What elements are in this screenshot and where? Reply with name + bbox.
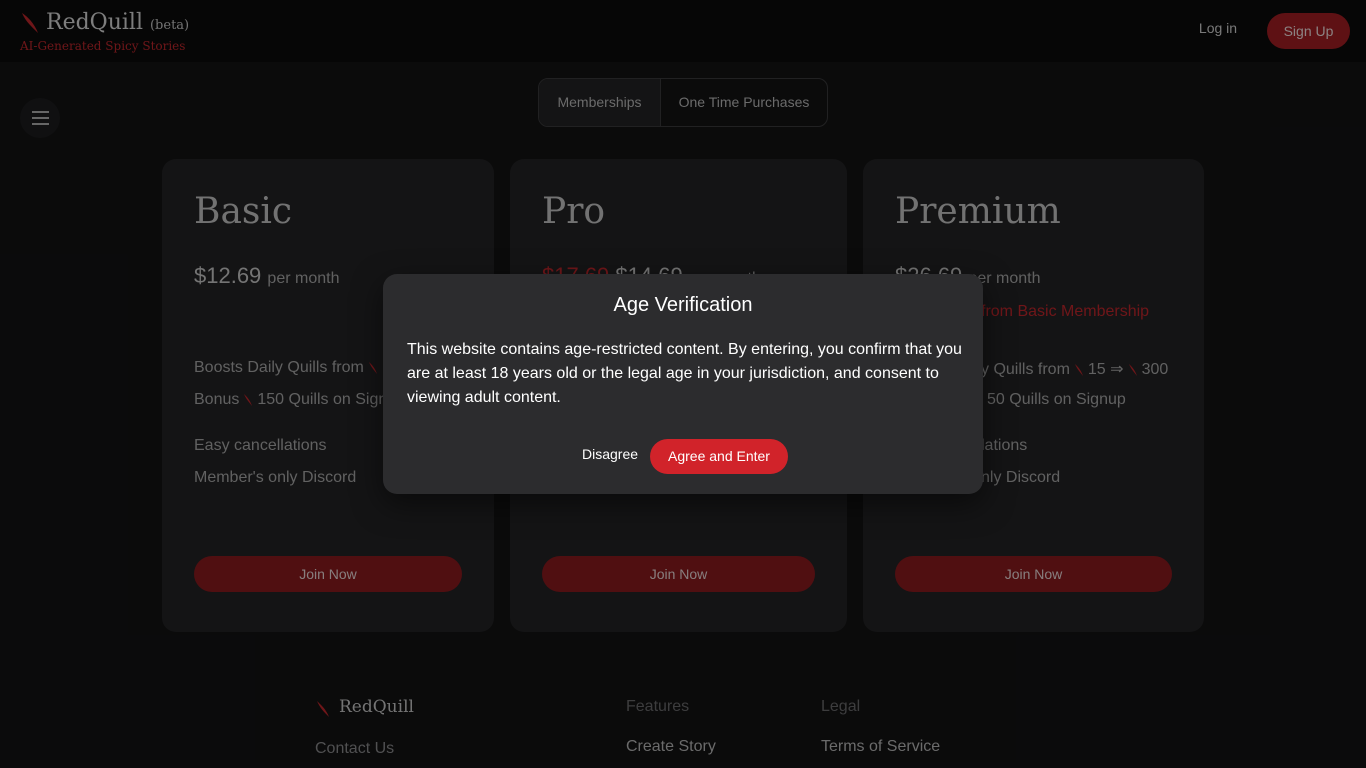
- age-verification-dialog: Age Verification This website contains a…: [383, 274, 983, 494]
- dialog-message: This website contains age-restricted con…: [407, 341, 962, 406]
- agree-and-enter-button[interactable]: Agree and Enter: [650, 439, 788, 474]
- disagree-button[interactable]: Disagree: [577, 446, 643, 462]
- dialog-title: Age Verification: [613, 294, 753, 316]
